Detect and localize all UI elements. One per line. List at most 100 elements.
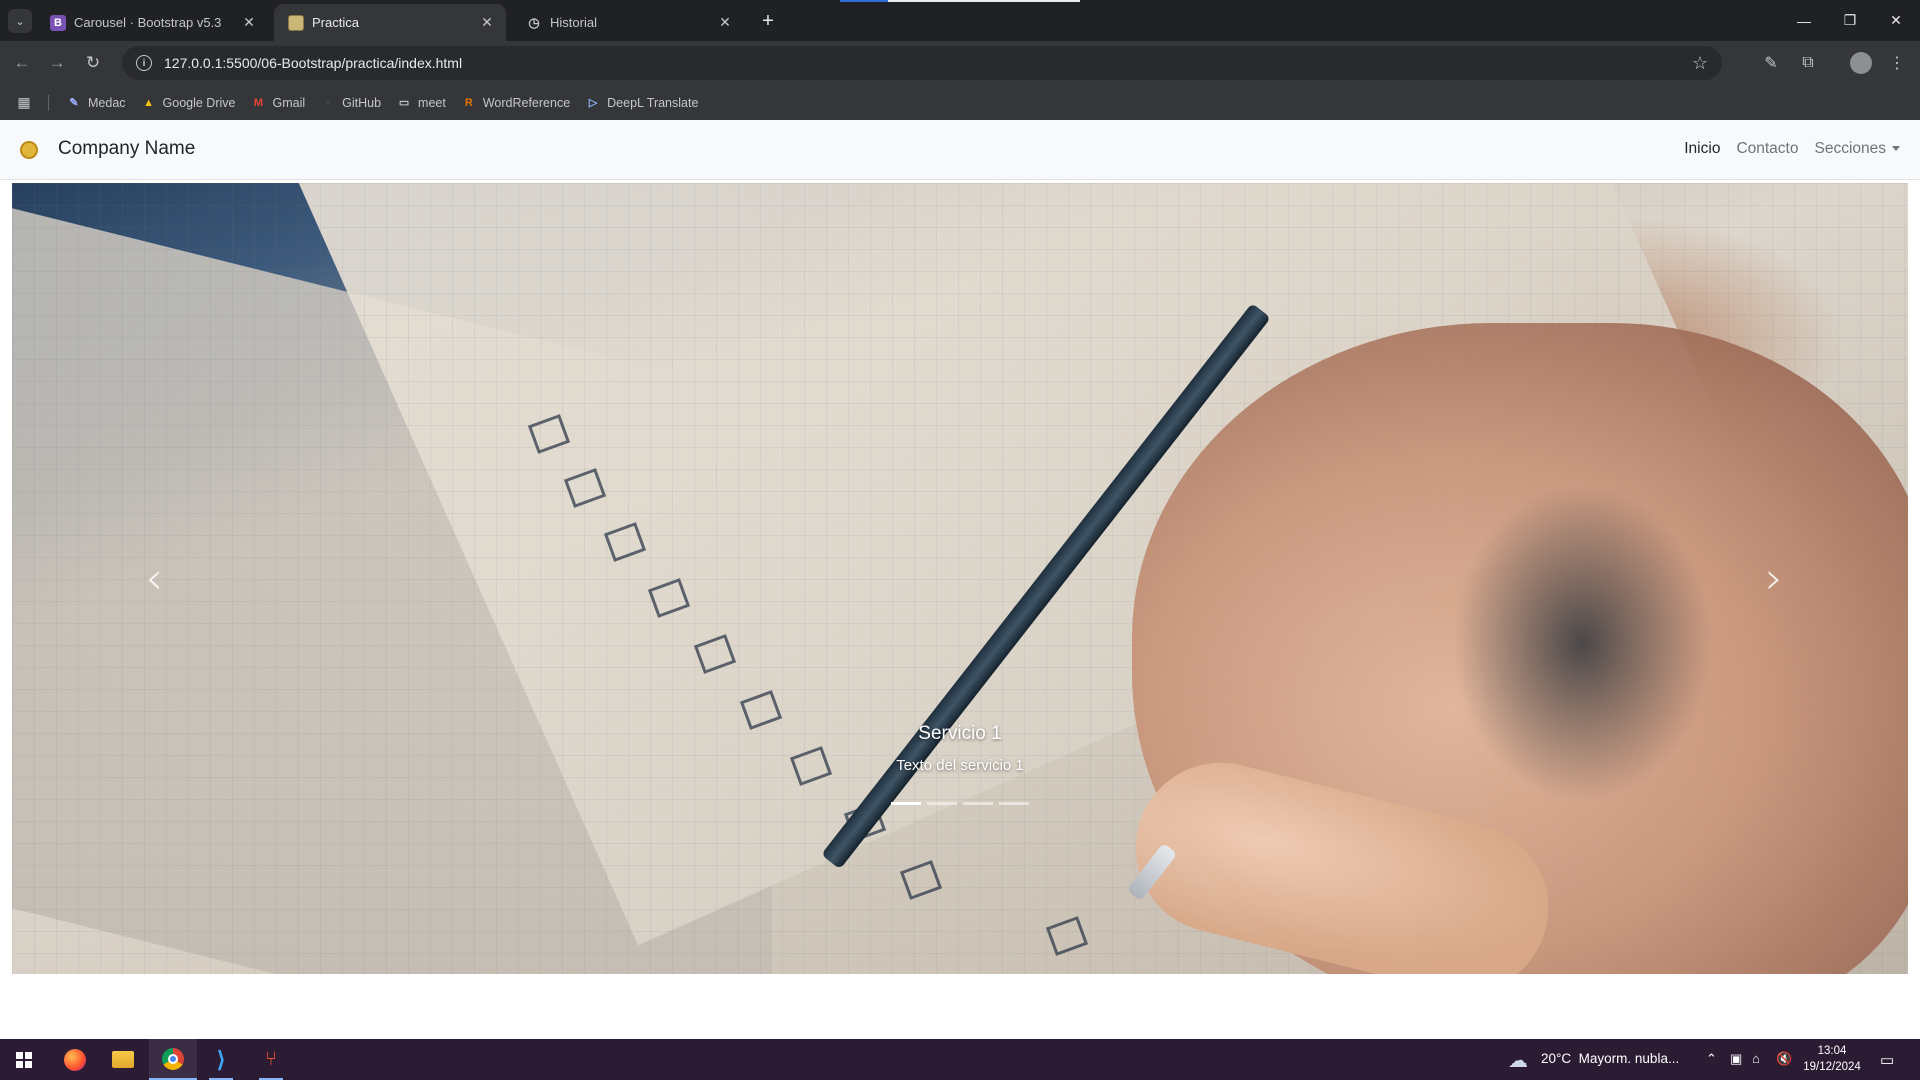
- carousel-indicators: [12, 802, 1908, 805]
- bookmark-label: Google Drive: [162, 95, 236, 110]
- bookmarks-separator: [48, 94, 49, 111]
- folder-icon: ▭: [398, 97, 410, 109]
- close-window-button[interactable]: ✕: [1873, 0, 1919, 41]
- bookmark-label: GitHub: [342, 95, 382, 110]
- bookmark-label: meet: [418, 95, 446, 110]
- carousel-prev-button[interactable]: ‹: [134, 552, 174, 604]
- nav-links: Inicio Contacto Secciones: [1668, 140, 1900, 158]
- bookmark-meet[interactable]: ▭ meet: [389, 89, 454, 117]
- bookmark-label: DeepL Translate: [607, 95, 699, 110]
- bookmark-deepl[interactable]: ▷ DeepL Translate: [578, 89, 706, 117]
- windows-start-icon: [16, 1051, 32, 1068]
- extensions-icon[interactable]: ⧉: [1795, 50, 1821, 76]
- bookmark-label: Gmail: [272, 95, 306, 110]
- bookmark-google-drive[interactable]: ▲ Google Drive: [134, 89, 244, 117]
- vscode-icon: ⟩: [216, 1046, 226, 1072]
- git-taskbar-button[interactable]: ⑂: [247, 1039, 295, 1080]
- gmail-icon: M: [253, 96, 264, 109]
- url-text[interactable]: 127.0.0.1:5500/06-Bootstrap/practica/ind…: [164, 55, 462, 71]
- medac-icon: ✎: [69, 97, 79, 109]
- browser-tabstrip: ⌄ B Carousel · Bootstrap v5.3 ✕ Practica…: [0, 0, 1920, 41]
- reload-button[interactable]: ↻: [80, 50, 106, 76]
- deepl-icon: ▷: [588, 97, 598, 109]
- weather-text[interactable]: 20°C Mayorm. nubla...: [1541, 1051, 1679, 1066]
- forward-button[interactable]: →: [44, 50, 70, 76]
- page-icon: [288, 14, 304, 31]
- close-icon[interactable]: ✕: [240, 14, 258, 32]
- profile-avatar[interactable]: [1848, 50, 1874, 76]
- carousel-indicator-3[interactable]: [963, 802, 993, 805]
- nav-dropdown-secciones[interactable]: Secciones: [1814, 140, 1900, 158]
- carousel-indicator-1[interactable]: [891, 802, 921, 805]
- brand-logo-icon[interactable]: [20, 141, 38, 159]
- new-tab-button[interactable]: +: [756, 9, 780, 33]
- bookmark-gmail[interactable]: M Gmail: [243, 89, 313, 117]
- back-button[interactable]: ←: [9, 50, 35, 76]
- caret-down-icon: [1892, 146, 1900, 152]
- hero-carousel: ‹ › Servicio 1 Texto del servicio 1: [12, 183, 1908, 974]
- network-icon[interactable]: ⌂: [1752, 1051, 1760, 1066]
- loading-indicator: [840, 0, 888, 2]
- chrome-icon: [162, 1047, 184, 1070]
- wordreference-icon: R: [464, 96, 473, 109]
- nav-dropdown-label: Secciones: [1814, 140, 1886, 157]
- nav-link-inicio[interactable]: Inicio: [1684, 140, 1720, 158]
- chevron-left-icon: ‹: [145, 552, 163, 604]
- clock-date: 19/12/2024: [1803, 1061, 1861, 1073]
- chevron-right-icon: ›: [1765, 552, 1783, 604]
- bookmark-wordreference[interactable]: R WordReference: [454, 89, 578, 117]
- bookmark-label: WordReference: [482, 95, 571, 110]
- volume-muted-icon[interactable]: 🔇: [1776, 1051, 1792, 1067]
- nav-link-contacto[interactable]: Contacto: [1736, 140, 1798, 158]
- github-icon: ●: [324, 96, 332, 109]
- bookmarks-bar: ▦ ✎ Medac ▲ Google Drive M Gmail ● GitHub ▭ m…: [0, 85, 1920, 120]
- firefox-taskbar-button[interactable]: [51, 1039, 99, 1080]
- carousel-caption-text: Texto del servicio 1: [896, 757, 1024, 774]
- bookmark-github[interactable]: ● GitHub: [313, 89, 389, 117]
- tab-title: Historial: [550, 15, 597, 30]
- tab-historial[interactable]: ◷ Historial ✕: [512, 4, 744, 41]
- tab-practica[interactable]: Practica ✕: [274, 4, 506, 41]
- address-bar[interactable]: i 127.0.0.1:5500/06-Bootstrap/practica/i…: [122, 46, 1722, 80]
- bookmark-medac[interactable]: ✎ Medac: [59, 89, 134, 117]
- tab-title: Carousel · Bootstrap v5.3: [74, 15, 222, 30]
- close-icon[interactable]: ✕: [478, 14, 496, 32]
- web-page: Company Name Inicio Contacto Secciones ‹…: [0, 120, 1920, 1039]
- chevron-up-icon[interactable]: ⌃: [1706, 1051, 1717, 1067]
- tab-carousel-bootstrap[interactable]: B Carousel · Bootstrap v5.3 ✕: [36, 4, 268, 41]
- system-clock[interactable]: 13:04 19/12/2024: [1800, 1043, 1864, 1075]
- carousel-indicator-2[interactable]: [927, 802, 957, 805]
- weather-cloud-icon[interactable]: ☁: [1508, 1048, 1528, 1073]
- google-drive-icon: ▲: [143, 96, 154, 109]
- menu-kebab-icon[interactable]: ⋮: [1884, 50, 1910, 76]
- brand-name[interactable]: Company Name: [58, 138, 195, 160]
- meet-now-icon[interactable]: ▣: [1730, 1051, 1742, 1067]
- carousel-next-button[interactable]: ›: [1754, 552, 1794, 604]
- bootstrap-icon: B: [50, 14, 66, 31]
- notifications-icon[interactable]: ▭: [1880, 1051, 1894, 1069]
- tab-search-chevron-icon[interactable]: ⌄: [8, 9, 32, 33]
- windows-start-button[interactable]: [0, 1039, 48, 1080]
- carousel-indicator-4[interactable]: [999, 802, 1029, 805]
- carousel-caption-title: Servicio 1: [918, 723, 1002, 744]
- bookmark-star-icon[interactable]: ☆: [1692, 53, 1708, 74]
- chrome-taskbar-button[interactable]: [149, 1039, 197, 1080]
- apps-grid-icon[interactable]: ▦: [14, 93, 34, 113]
- tab-title: Practica: [312, 15, 359, 30]
- git-icon: ⑂: [265, 1048, 277, 1070]
- close-icon[interactable]: ✕: [716, 14, 734, 32]
- minimize-button[interactable]: —: [1781, 0, 1827, 41]
- restore-button[interactable]: ❐: [1827, 0, 1873, 41]
- site-navbar: Company Name Inicio Contacto Secciones: [0, 120, 1920, 180]
- bookmark-label: Medac: [88, 95, 126, 110]
- file-explorer-taskbar-button[interactable]: [99, 1039, 147, 1080]
- browser-toolbar: ← → ↻ i 127.0.0.1:5500/06-Bootstrap/prac…: [0, 41, 1920, 85]
- eyedropper-icon[interactable]: ✎: [1758, 50, 1784, 76]
- hand-shadow: [1452, 483, 1712, 803]
- vscode-taskbar-button[interactable]: ⟩: [197, 1039, 245, 1080]
- windows-taskbar: ⟩ ⑂ ☁ 20°C Mayorm. nubla... ⌃ ▣ ⌂ 🔇 13:0…: [0, 1039, 1920, 1080]
- loading-indicator-track: [888, 0, 1080, 2]
- clock-time: 13:04: [1817, 1045, 1847, 1057]
- history-icon: ◷: [528, 14, 540, 30]
- site-info-icon[interactable]: i: [136, 55, 152, 71]
